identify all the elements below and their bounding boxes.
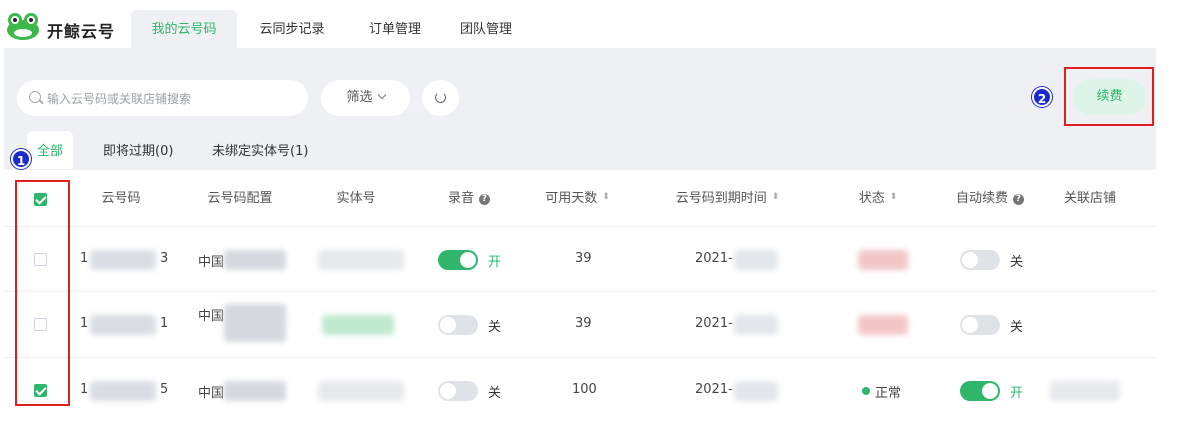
header-days-label: 可用天数 (545, 191, 598, 206)
renew-button[interactable]: 续费 (1073, 79, 1146, 115)
config-country: 中国 (198, 255, 225, 270)
header-physical: 实体号 (336, 191, 376, 206)
redacted-expire (734, 250, 778, 270)
config-country: 中国 (198, 386, 225, 401)
frog-logo-icon (7, 13, 39, 40)
auto-renew-toggle[interactable] (960, 315, 1000, 335)
search-placeholder: 输入云号码或关联店铺搜索 (47, 92, 192, 106)
redacted-expire (734, 315, 778, 335)
row-divider (4, 226, 1156, 227)
tab-sync-records[interactable]: 云同步记录 (246, 10, 338, 50)
number-prefix: 1 (80, 251, 89, 266)
header-expire-label: 云号码到期时间 (675, 191, 767, 206)
number-prefix: 1 (80, 382, 89, 397)
row-divider (4, 357, 1156, 358)
redacted-physical (318, 381, 404, 401)
redacted-config (224, 250, 286, 270)
header-auto-label: 自动续费 (955, 191, 1008, 206)
header-shop: 关联店铺 (1063, 191, 1116, 206)
question-icon: ? (479, 194, 490, 205)
tab-orders[interactable]: 订单管理 (355, 10, 435, 50)
days-value: 100 (572, 382, 597, 397)
config-country: 中国 (198, 309, 225, 324)
annotation-badge-2: 2 (1032, 87, 1052, 107)
record-toggle[interactable] (438, 381, 478, 401)
search-icon (29, 91, 41, 103)
subtab-unbound[interactable]: 未绑定实体号(1) (212, 131, 308, 169)
subtab-all[interactable]: 全部 (27, 131, 74, 169)
sort-icon: ⬍ (602, 192, 610, 202)
record-toggle[interactable] (438, 250, 478, 270)
record-toggle-label: 关 (488, 386, 502, 401)
redacted-config (224, 304, 286, 342)
redacted-number (90, 381, 156, 401)
header-record: 录音? (430, 171, 508, 227)
sort-icon: ⬍ (771, 192, 780, 202)
sort-icon: ⬍ (889, 192, 898, 202)
redacted-config (224, 381, 286, 401)
redacted-status (858, 250, 908, 270)
header-config: 云号码配置 (207, 191, 273, 206)
number-suffix: 3 (160, 251, 169, 266)
subtab-expiring[interactable]: 即将过期(0) (103, 131, 173, 169)
redacted-physical (318, 250, 404, 270)
auto-renew-label: 关 (1010, 320, 1024, 335)
record-toggle-label: 关 (488, 320, 502, 335)
checkbox-highlight-box (15, 180, 70, 406)
header-number: 云号码 (101, 191, 141, 206)
number-suffix: 1 (160, 316, 169, 331)
header-status[interactable]: 状态 ⬍ (845, 171, 911, 227)
redacted-number (90, 250, 156, 270)
filter-label: 筛选 (346, 90, 373, 105)
filter-button[interactable]: 筛选 (321, 80, 410, 116)
status-dot (862, 387, 870, 395)
redacted-expire (734, 381, 778, 401)
header-expire[interactable]: 云号码到期时间 ⬍ (660, 171, 795, 227)
auto-renew-toggle[interactable] (960, 250, 1000, 270)
record-toggle-label: 开 (488, 255, 502, 270)
redacted-number (90, 315, 156, 335)
brand-name: 开鲸云号 (47, 22, 116, 41)
expire-value: 2021- (695, 382, 733, 397)
redacted-shop (1050, 381, 1120, 401)
refresh-icon (435, 92, 446, 103)
redacted-status (858, 315, 908, 335)
row-divider (4, 291, 1156, 292)
question-icon: ? (1013, 194, 1024, 205)
auto-renew-label: 开 (1010, 386, 1024, 401)
expire-value: 2021- (695, 251, 733, 266)
number-suffix: 5 (160, 382, 169, 397)
header-auto-renew: 自动续费? (945, 171, 1035, 227)
tab-team[interactable]: 团队管理 (446, 10, 526, 50)
number-prefix: 1 (80, 316, 89, 331)
header-record-label: 录音 (447, 191, 474, 206)
top-nav: 开鲸云号 我的云号码 云同步记录 订单管理 团队管理 (0, 0, 1188, 50)
days-value: 39 (575, 316, 592, 331)
status-text: 正常 (875, 386, 902, 401)
refresh-button[interactable] (422, 80, 459, 116)
annotation-badge-1: 1 (11, 149, 31, 169)
chevron-down-icon (377, 90, 386, 100)
search-input[interactable]: 输入云号码或关联店铺搜索 (17, 80, 308, 116)
header-days[interactable]: 可用天数 ⬍ (530, 171, 625, 227)
header-status-label: 状态 (858, 191, 885, 206)
days-value: 39 (575, 251, 592, 266)
tab-my-numbers[interactable]: 我的云号码 (131, 10, 237, 50)
auto-renew-toggle[interactable] (960, 381, 1000, 401)
expire-value: 2021- (695, 316, 733, 331)
auto-renew-label: 关 (1010, 255, 1024, 270)
record-toggle[interactable] (438, 315, 478, 335)
redacted-physical (322, 315, 394, 335)
